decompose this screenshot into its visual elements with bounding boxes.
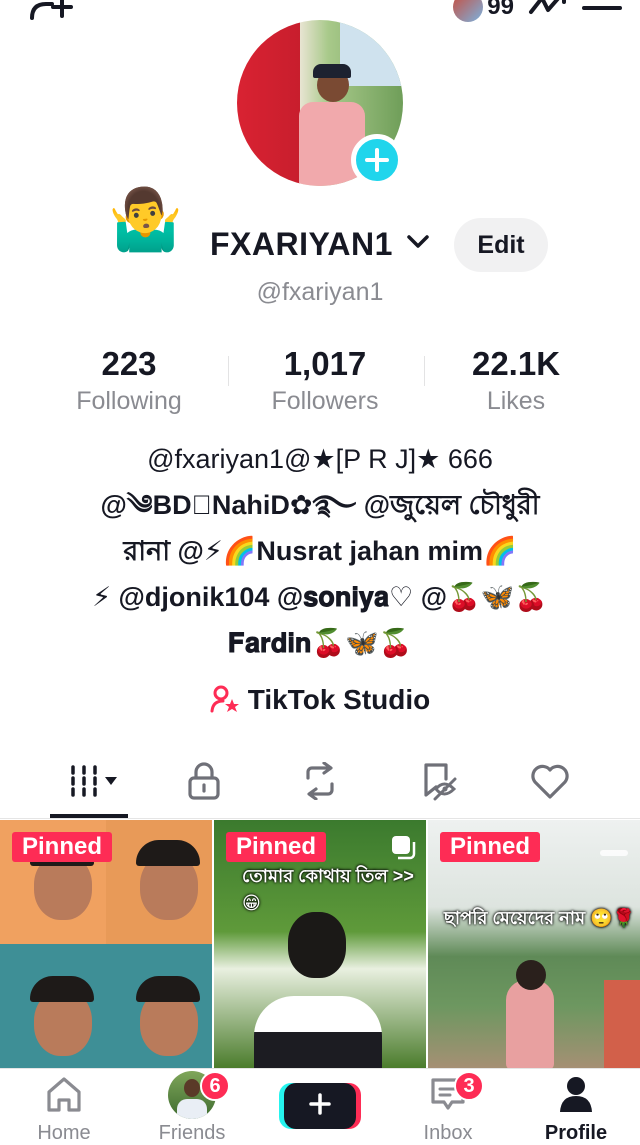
tiktok-studio-link[interactable]: TikTok Studio [0,684,640,720]
add-avatar-plus-icon[interactable] [351,134,403,186]
video-caption: তোমার কোথায় তিল >>😁 [242,866,414,913]
video-thumbnail[interactable]: তোমার কোথায় তিল >>😁 Pinned [214,820,426,1068]
inbox-label: Inbox [423,1122,473,1144]
inbox-notification-badge: 3 [454,1071,484,1101]
coin-avatar-icon[interactable] [453,0,484,22]
profile-label: Profile [544,1122,608,1144]
tab-videos[interactable] [46,752,146,814]
profile-avatar-container[interactable] [237,20,403,186]
bio-line[interactable]: রানা @⚡🌈Nusrat jahan mim🌈 [40,528,600,574]
stat-likes[interactable]: 22.1K Likes [416,344,616,418]
nav-home[interactable]: Home [0,1075,128,1145]
home-label: Home [37,1122,91,1144]
plus-icon [308,1092,332,1121]
friends-label: Friends [158,1122,226,1144]
stat-followers[interactable]: 1,017 Followers [225,344,425,418]
bio-line[interactable]: ⚡ @djonik104 @𝐬𝐨𝐧𝐢𝐲𝐚♡ @🍒🦋🍒 [40,574,600,620]
likes-label: Likes [486,387,546,415]
pinned-badge: Pinned [12,832,113,862]
tab-private[interactable] [154,752,254,814]
studio-person-star-icon [210,685,240,720]
tab-divider [0,818,640,819]
pinned-badge: Pinned [440,832,541,862]
tab-reposts[interactable] [270,752,370,814]
profile-tabs [0,752,640,818]
activity-icon[interactable] [528,0,568,23]
nav-friends[interactable]: 6 Friends [128,1071,256,1145]
bio-line[interactable]: 𝐅𝐚𝐫𝐝𝐢𝐧🍒🦋🍒 [40,620,600,666]
nav-create[interactable] [256,1075,384,1135]
home-icon [44,1074,84,1119]
likes-count: 22.1K [471,345,561,382]
followers-label: Followers [271,387,379,415]
profile-emoji: 🤷‍♂️ [108,186,183,253]
video-thumbnail[interactable]: Pinned [0,820,212,1068]
nav-profile[interactable]: Profile [512,1075,640,1145]
friends-notification-badge: 6 [200,1071,230,1101]
video-thumbnail[interactable]: ছাপরি মেয়েদের নাম 🙄🌹 Pinned [428,820,640,1068]
studio-label: TikTok Studio [247,684,431,715]
tab-favorites[interactable] [388,752,488,814]
edit-profile-button[interactable]: Edit [454,218,548,272]
repost-icon [300,760,340,805]
bookmark-eye-icon [418,761,458,806]
username-handle: @fxariyan1 [256,278,384,306]
profile-person-icon [556,1074,596,1119]
bio-line[interactable]: @fxariyan1@★[P R J]★ 666 [40,436,600,482]
bio-line[interactable]: @༄BD⃝NahiD✿࿐ @জুয়েল চৌধুরী [40,482,600,528]
bottom-navigation: Home 6 Friends 3 Inbox Profile [0,1068,640,1145]
pinned-badge: Pinned [226,832,327,862]
following-label: Following [76,387,182,415]
chevron-down-icon[interactable] [406,234,430,255]
stat-following[interactable]: 223 Following [29,344,229,418]
following-count: 223 [101,345,157,382]
video-caption: ছাপরি মেয়েদের নাম 🙄🌹 [444,908,635,928]
lock-icon [186,761,222,806]
nav-inbox[interactable]: 3 Inbox [384,1071,512,1145]
coin-count[interactable]: 99 [487,0,514,21]
add-friend-icon[interactable] [28,0,76,27]
videos-grid-icon [67,763,125,804]
menu-icon[interactable] [582,0,622,23]
profile-bio: @fxariyan1@★[P R J]★ 666 @༄BD⃝NahiD✿࿐ @জ… [40,436,600,666]
display-name[interactable]: FXARIYAN1 [210,226,393,263]
followers-count: 1,017 [283,345,367,382]
tab-liked[interactable] [500,752,600,814]
create-button[interactable] [284,1083,356,1129]
multi-photo-icon [390,834,416,865]
heart-icon [529,762,571,805]
